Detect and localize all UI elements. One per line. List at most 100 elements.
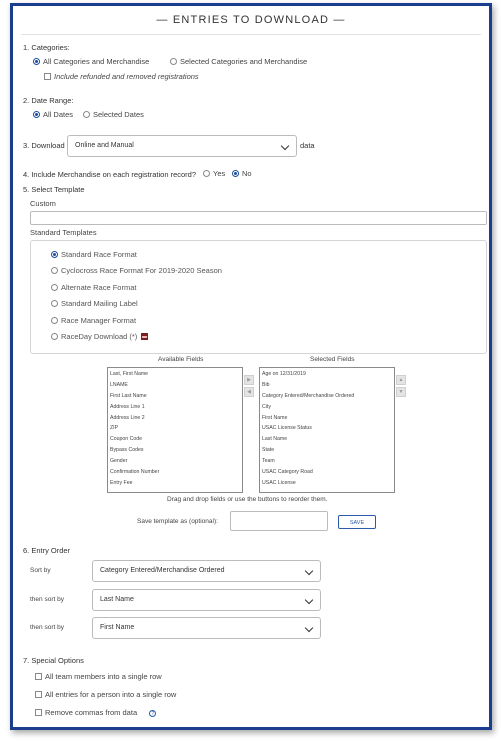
checkbox-icon [35,673,42,680]
sort-by-label: Sort by [30,567,51,574]
special-options-heading: 7. Special Options [23,656,84,665]
save-template-input[interactable] [230,511,328,531]
chevron-down-icon [280,141,290,151]
categories-selected-label: Selected Categories and Merchandise [180,57,308,66]
template-option-alternate[interactable]: Alternate Race Format [51,283,136,292]
selected-fields-list[interactable]: Age on 12/31/2019 Bib Category Entered/M… [259,367,395,493]
dates-selected-radio[interactable]: Selected Dates [83,110,144,119]
date-range-heading: 2. Date Range: [23,96,74,105]
template-option-raceday[interactable]: RaceDay Download (*) [51,332,149,341]
chevron-down-icon [304,566,314,576]
download-type-select[interactable]: Online and Manual [67,135,297,157]
download-type-value: Online and Manual [75,142,134,149]
list-item[interactable]: First Last Name [110,391,240,402]
list-item[interactable]: Team [262,456,392,467]
custom-template-label: Custom [30,199,56,208]
template-option-label: Standard Mailing Label [61,299,138,308]
move-left-button[interactable]: ◀ [244,387,254,397]
template-option-mailing-label[interactable]: Standard Mailing Label [51,299,138,308]
list-item[interactable]: State [262,445,392,456]
page-title: — ENTRIES TO DOWNLOAD — [156,14,346,26]
checkbox-icon [44,73,51,80]
chevron-down-icon [304,595,314,605]
list-item[interactable]: Category Entered/Merchandise Ordered [262,391,392,402]
radio-selected-icon [232,170,239,177]
list-item[interactable]: ZIP [110,423,240,434]
template-option-label: Standard Race Format [61,250,137,259]
raceday-logo-icon [141,333,149,340]
list-item[interactable]: Last, First Name [110,369,240,380]
radio-selected-icon [51,251,58,258]
reorder-hint: Drag and drop fields or use the buttons … [167,496,328,503]
template-option-cyclocross[interactable]: Cyclocross Race Format For 2019-2020 Sea… [51,266,222,275]
download-suffix: data [300,141,315,150]
then-sort-by-label-2: then sort by [30,624,64,631]
save-template-label: Save template as (optional): [137,518,218,525]
merchandise-yes-radio[interactable]: Yes [203,169,225,178]
list-item[interactable]: City [262,402,392,413]
then-sort-by-value-2: First Name [100,624,135,631]
template-option-race-manager[interactable]: Race Manager Format [51,316,136,325]
list-item[interactable]: Bib [262,380,392,391]
merchandise-yes-label: Yes [213,169,226,178]
list-item[interactable]: Bypass Codes [110,445,240,456]
radio-icon [203,170,210,177]
list-item[interactable]: Address Line 2 [110,413,240,424]
list-item[interactable]: Coupon Code [110,434,240,445]
move-up-button[interactable]: ▲ [396,375,406,385]
remove-commas-checkbox[interactable]: Remove commas from data ? [35,708,157,717]
list-item[interactable]: Last Name [262,434,392,445]
dates-selected-label: Selected Dates [93,110,144,119]
list-item[interactable]: Gender [110,456,240,467]
radio-icon [51,300,58,307]
radio-icon [83,111,90,118]
sort-by-select[interactable]: Category Entered/Merchandise Ordered [92,560,321,582]
template-heading: 5. Select Template [23,185,85,194]
sort-by-value: Category Entered/Merchandise Ordered [100,567,225,574]
entry-order-heading: 6. Entry Order [23,546,71,555]
radio-icon [51,267,58,274]
team-members-single-row-checkbox[interactable]: All team members into a single row [35,672,162,681]
page-title-text: ENTRIES TO DOWNLOAD [172,14,330,26]
checkbox-icon [35,709,42,716]
custom-template-input[interactable] [30,211,487,225]
list-item[interactable]: USAC License [262,478,392,489]
title-divider [21,34,481,35]
move-down-button[interactable]: ▼ [396,387,406,397]
template-option-label: Cyclocross Race Format For 2019-2020 Sea… [61,266,222,275]
radio-icon [170,58,177,65]
template-option-label: Race Manager Format [61,316,137,325]
list-item[interactable]: Confirmation Number [110,467,240,478]
list-item[interactable]: Age on 12/31/2019 [262,369,392,380]
person-entries-single-row-label: All entries for a person into a single r… [45,690,177,699]
categories-all-radio[interactable]: All Categories and Merchandise [33,57,149,66]
download-entries-dialog: — ENTRIES TO DOWNLOAD — 1. Categories: A… [10,3,492,730]
help-icon[interactable]: ? [149,710,157,717]
available-fields-list[interactable]: Last, First Name LNAME First Last Name A… [107,367,243,493]
save-template-button[interactable]: SAVE [338,515,376,529]
template-option-standard-race[interactable]: Standard Race Format [51,250,137,259]
list-item[interactable]: USAC Category Road [262,467,392,478]
merchandise-question: 4. Include Merchandise on each registrat… [23,170,197,179]
remove-commas-label: Remove commas from data [45,708,138,717]
merchandise-no-radio[interactable]: No [232,169,252,178]
then-sort-by-select-1[interactable]: Last Name [92,589,321,611]
list-item[interactable]: First Name [262,413,392,424]
list-item[interactable]: USAC License Status [262,423,392,434]
categories-selected-radio[interactable]: Selected Categories and Merchandise [170,57,307,66]
radio-selected-icon [33,111,40,118]
include-refunded-checkbox[interactable]: Include refunded and removed registratio… [44,72,199,81]
then-sort-by-select-2[interactable]: First Name [92,617,321,639]
available-fields-label: Available Fields [158,356,204,363]
template-option-label: RaceDay Download (*) [61,332,138,341]
list-item[interactable]: Address Line 1 [110,402,240,413]
standard-templates-label: Standard Templates [30,228,97,237]
move-right-button[interactable]: ▶ [244,375,254,385]
person-entries-single-row-checkbox[interactable]: All entries for a person into a single r… [35,690,176,699]
team-members-single-row-label: All team members into a single row [45,672,162,681]
categories-heading: 1. Categories: [23,43,70,52]
list-item[interactable]: Entry Fee [110,478,240,489]
list-item[interactable]: LNAME [110,380,240,391]
then-sort-by-label-1: then sort by [30,596,64,603]
dates-all-radio[interactable]: All Dates [33,110,73,119]
